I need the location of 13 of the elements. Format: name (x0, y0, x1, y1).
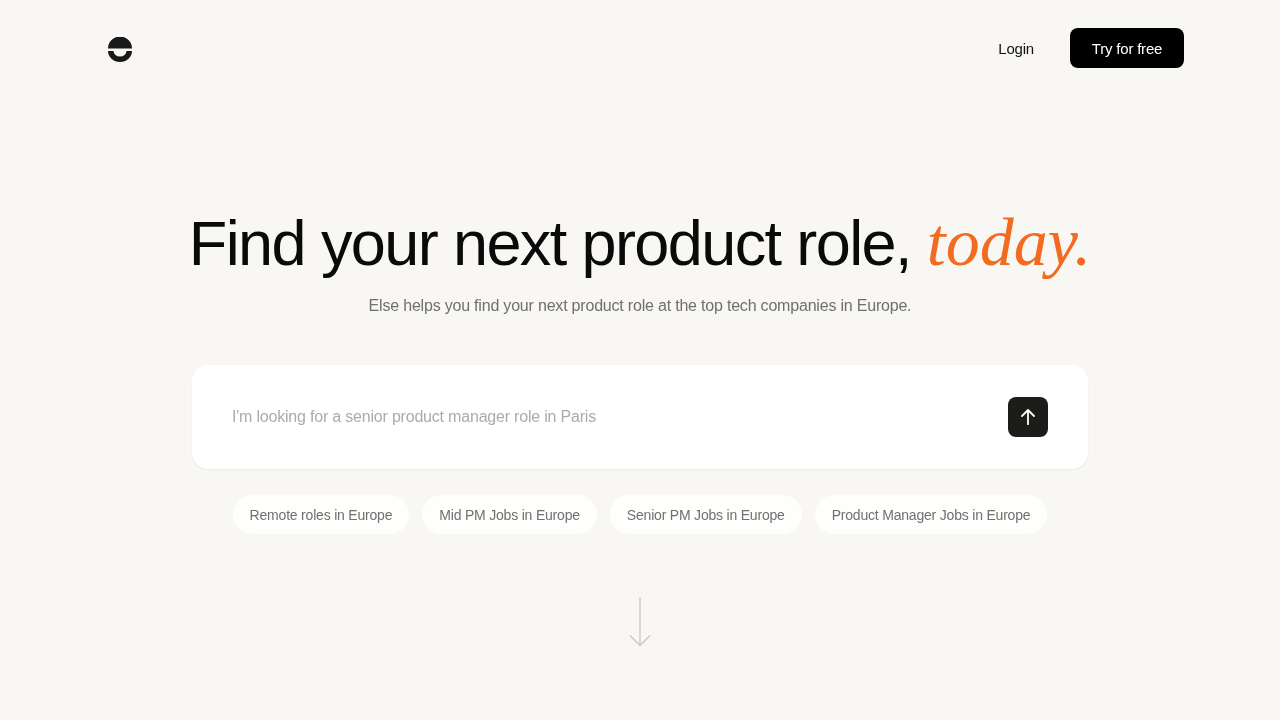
hero-subtitle: Else helps you find your next product role at the top tech companies in Europe. (368, 297, 912, 315)
suggestion-chip[interactable]: Senior PM Jobs in Europe (609, 495, 802, 534)
arrow-up-icon (1021, 409, 1035, 425)
logo-icon[interactable] (108, 36, 132, 62)
suggestion-chip[interactable]: Remote roles in Europe (232, 495, 410, 534)
arrow-down-icon (629, 597, 651, 647)
try-for-free-button[interactable]: Try for free (1070, 28, 1184, 68)
login-link[interactable]: Login (998, 39, 1034, 57)
suggestion-chip[interactable]: Product Manager Jobs in Europe (814, 495, 1048, 534)
search-field[interactable]: I'm looking for a senior product manager role in Paris (192, 365, 1088, 469)
suggestion-chip[interactable]: Mid PM Jobs in Europe (422, 495, 597, 534)
hero-title: Find your next product role, today. (188, 206, 1092, 279)
submit-button[interactable] (1008, 397, 1048, 437)
